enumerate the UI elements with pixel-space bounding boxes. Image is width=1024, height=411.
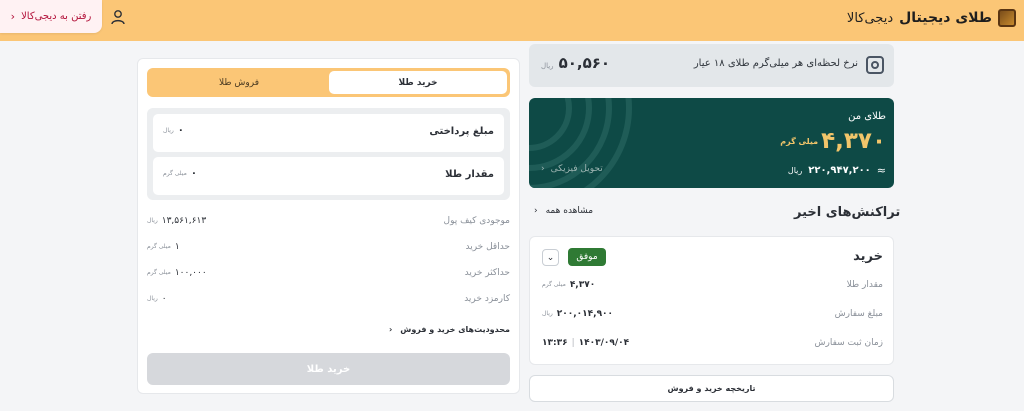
info-row: کارمزد خرید ۰ ریال — [147, 294, 510, 308]
status-badge: موفق — [568, 248, 606, 266]
physical-delivery-link[interactable]: تحویل فیزیکی ‹ — [541, 164, 603, 174]
gold-amount-field[interactable]: مقدار طلا ۰ میلی گرم — [153, 157, 504, 195]
transaction-row: مبلغ سفارش ۲۰۰,۰۱۴,۹۰۰ ریال — [542, 309, 883, 323]
row-label: مقدار طلا — [846, 280, 883, 290]
transaction-row: زمان ثبت سفارش ۱۴۰۳/۰۹/۰۴ | ۱۳:۳۶ — [542, 338, 883, 352]
scan-icon — [866, 56, 884, 74]
chevron-left-icon: ‹ — [10, 10, 16, 23]
max-purchase-value: ۱۰۰,۰۰۰ میلی گرم — [147, 268, 207, 278]
buy-gold-button[interactable]: خرید طلا — [147, 353, 510, 385]
trade-history-button[interactable]: تاریخچه خرید و فروش — [529, 375, 894, 402]
max-purchase-label: حداکثر خرید — [464, 268, 510, 278]
row-label: زمان ثبت سفارش — [814, 338, 883, 348]
order-amount-value: ۲۰۰,۰۱۴,۹۰۰ — [556, 309, 614, 319]
order-time: ۱۳:۳۶ — [542, 338, 568, 348]
approx-icon: ≈ — [876, 164, 886, 177]
gold-amount-value: ۴,۳۷۰ — [569, 280, 596, 290]
see-all-link[interactable]: مشاهده همه ‹ — [534, 206, 593, 216]
gold-amount-unit: میلی گرم — [780, 136, 819, 146]
wallet-balance-unit: ریال — [147, 217, 158, 224]
brand-title: طلای دیجیتال — [899, 10, 992, 26]
info-row: موجودی کیف پول ۱۳,۵۶۱,۶۱۳ ریال — [147, 216, 510, 230]
go-to-digikala-button[interactable]: رفتن به دیجی‌کالا ‹ — [0, 0, 102, 33]
payment-amount-value: ۰ ریال — [163, 125, 184, 136]
rate-label: نرخ لحظه‌ای هر میلی‌گرم طلای ۱۸ عیار — [693, 58, 858, 69]
chevron-left-icon: ‹ — [389, 325, 393, 334]
see-all-label: مشاهده همه — [545, 206, 594, 216]
rate-unit: ریال — [541, 62, 554, 70]
wallet-balance-number: ۱۳,۵۶۱,۶۱۳ — [161, 216, 207, 226]
chevron-left-icon: ‹ — [534, 206, 538, 216]
rate-number: ۵۰,۵۶۰ — [558, 54, 611, 72]
gold-amount-number: ۰ — [190, 168, 197, 179]
wallet-balance-value: ۱۳,۵۶۱,۶۱۳ ریال — [147, 216, 206, 226]
wallet-balance-label: موجودی کیف پول — [443, 216, 510, 226]
transaction-card: خرید موفق ⌄ مقدار طلا ۴,۳۷۰ میلی گرم مبل… — [529, 236, 894, 365]
physical-delivery-label: تحویل فیزیکی — [550, 164, 603, 174]
gold-rial-unit: ریال — [787, 166, 803, 175]
brand-subtitle: دیجی‌کالا — [846, 10, 894, 26]
user-icon[interactable] — [110, 9, 126, 25]
min-purchase-number: ۱ — [174, 242, 180, 252]
purchase-fee-label: کارمزد خرید — [464, 294, 510, 304]
trade-panel: خرید طلا فروش طلا مبلغ پرداختی ۰ ریال مق… — [137, 58, 520, 394]
top-bar: طلای دیجیتال دیجی‌کالا رفتن به دیجی‌کالا… — [0, 0, 1024, 41]
rate-value: ۵۰,۵۶۰ ریال — [541, 54, 610, 72]
trade-limits-label: محدودیت‌های خرید و فروش — [400, 325, 510, 334]
gold-amount-value: ۰ میلی گرم — [163, 168, 197, 179]
order-date: ۱۴۰۳/۰۹/۰۴ — [578, 338, 630, 348]
chevron-left-icon: ‹ — [541, 164, 545, 174]
row-label: مبلغ سفارش — [834, 309, 883, 319]
divider: | — [571, 338, 575, 348]
row-value: ۲۰۰,۰۱۴,۹۰۰ ریال — [542, 309, 613, 319]
gold-rate-card: نرخ لحظه‌ای هر میلی‌گرم طلای ۱۸ عیار ۵۰,… — [529, 44, 894, 87]
trade-fields: مبلغ پرداختی ۰ ریال مقدار طلا ۰ میلی گرم — [147, 108, 510, 200]
min-purchase-value: ۱ میلی گرم — [147, 242, 180, 252]
min-purchase-label: حداقل خرید — [465, 242, 510, 252]
info-row: حداقل خرید ۱ میلی گرم — [147, 242, 510, 256]
payment-amount-field[interactable]: مبلغ پرداختی ۰ ریال — [153, 114, 504, 152]
gold-amount-number: ۴,۳۷۰ — [821, 128, 886, 154]
tab-sell-gold[interactable]: فروش طلا — [150, 71, 328, 94]
transaction-type: خرید — [853, 249, 883, 264]
payment-amount-number: ۰ — [177, 125, 184, 136]
row-value: ۴,۳۷۰ میلی گرم — [542, 280, 595, 290]
gold-card-title: طلای من — [848, 111, 886, 122]
gold-amount-label: مقدار طلا — [445, 169, 494, 180]
brand[interactable]: طلای دیجیتال دیجی‌کالا — [847, 6, 1016, 30]
gold-rial-value: ≈ ۲۲۰,۹۴۷,۲۰۰ ریال — [788, 164, 886, 177]
purchase-fee-number: ۰ — [161, 294, 167, 304]
trade-limits-link[interactable]: محدودیت‌های خرید و فروش ‹ — [389, 325, 510, 334]
expand-toggle-button[interactable]: ⌄ — [542, 249, 559, 266]
recent-transactions-title: تراکنش‌های اخیر — [794, 205, 901, 220]
decorative-rings-icon — [529, 98, 632, 188]
max-purchase-unit: میلی گرم — [147, 269, 171, 276]
max-purchase-number: ۱۰۰,۰۰۰ — [174, 268, 207, 278]
my-gold-card: طلای من ۴,۳۷۰ میلی گرم ≈ ۲۲۰,۹۴۷,۲۰۰ ریا… — [529, 98, 894, 188]
purchase-fee-value: ۰ ریال — [147, 294, 167, 304]
gold-rial-number: ۲۲۰,۹۴۷,۲۰۰ — [808, 165, 871, 176]
purchase-fee-unit: ریال — [147, 295, 158, 302]
gold-amount: ۴,۳۷۰ میلی گرم — [780, 128, 886, 154]
transaction-row: مقدار طلا ۴,۳۷۰ میلی گرم — [542, 280, 883, 294]
order-amount-unit: ریال — [542, 310, 553, 317]
min-purchase-unit: میلی گرم — [147, 243, 171, 250]
gold-logo-icon — [998, 9, 1016, 27]
trade-tabs: خرید طلا فروش طلا — [147, 68, 510, 97]
gold-amount-unit: میلی گرم — [542, 281, 566, 288]
row-value: ۱۴۰۳/۰۹/۰۴ | ۱۳:۳۶ — [542, 338, 629, 348]
go-to-digikala-label: رفتن به دیجی‌کالا — [21, 11, 92, 22]
tab-buy-gold[interactable]: خرید طلا — [329, 71, 507, 94]
payment-amount-label: مبلغ پرداختی — [429, 126, 494, 137]
gold-amount-unit: میلی گرم — [163, 169, 187, 177]
payment-amount-unit: ریال — [163, 126, 174, 134]
info-row: حداکثر خرید ۱۰۰,۰۰۰ میلی گرم — [147, 268, 510, 282]
